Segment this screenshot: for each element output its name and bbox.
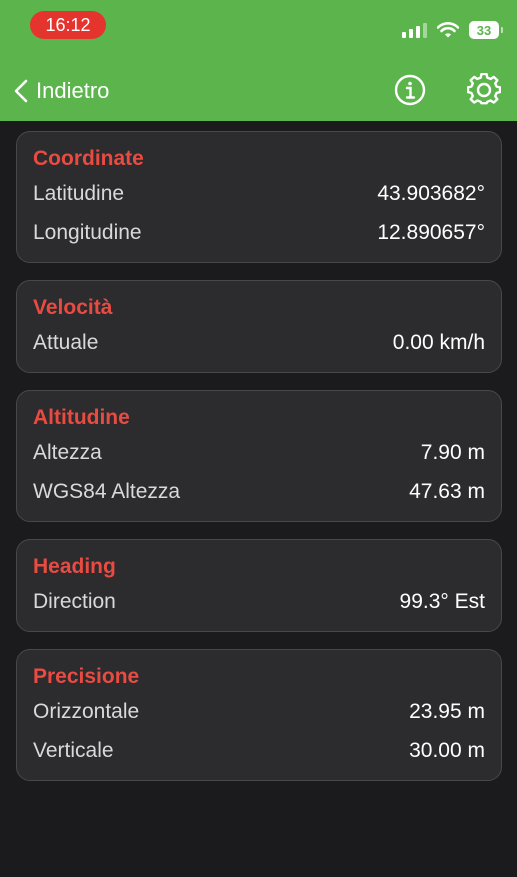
- section-coordinate: Coordinate Latitudine 43.903682° Longitu…: [16, 131, 502, 263]
- info-row: Latitudine 43.903682°: [33, 174, 485, 213]
- section-heading: Heading Direction 99.3° Est: [16, 539, 502, 632]
- section-title: Precisione: [33, 665, 140, 688]
- info-row: Longitudine 12.890657°: [33, 213, 485, 252]
- row-label: Verticale: [33, 738, 114, 762]
- section-title: Velocità: [33, 296, 113, 319]
- row-label: Longitudine: [33, 220, 142, 244]
- row-value: 99.3° Est: [399, 589, 485, 613]
- section-title: Altitudine: [33, 406, 130, 429]
- gear-icon: [466, 72, 502, 105]
- wifi-icon: [437, 22, 459, 38]
- section-velocita: Velocità Attuale 0.00 km/h: [16, 280, 502, 373]
- row-label: Altezza: [33, 440, 102, 464]
- info-button[interactable]: [394, 74, 426, 106]
- row-value: 47.63 m: [409, 479, 485, 503]
- back-button[interactable]: Indietro: [14, 74, 109, 108]
- row-label: Attuale: [33, 330, 99, 354]
- section-precisione: Precisione Orizzontale 23.95 m Verticale…: [16, 649, 502, 781]
- signal-icon: [402, 22, 427, 38]
- section-altitudine: Altitudine Altezza 7.90 m WGS84 Altezza …: [16, 390, 502, 522]
- row-value: 30.00 m: [409, 738, 485, 762]
- status-time: 16:12: [30, 11, 106, 39]
- row-label: Direction: [33, 589, 116, 613]
- row-value: 12.890657°: [377, 220, 485, 244]
- row-label: Latitudine: [33, 181, 125, 205]
- info-row: Attuale 0.00 km/h: [33, 323, 485, 362]
- info-row: Direction 99.3° Est: [33, 582, 485, 621]
- info-row: Altezza 7.90 m: [33, 433, 485, 472]
- info-row: Orizzontale 23.95 m: [33, 692, 485, 731]
- row-value: 0.00 km/h: [392, 330, 485, 354]
- section-title: Heading: [33, 555, 116, 578]
- info-row: WGS84 Altezza 47.63 m: [33, 472, 485, 511]
- row-label: Orizzontale: [33, 699, 140, 723]
- back-button-label: Indietro: [36, 78, 110, 103]
- info-sections: Coordinate Latitudine 43.903682° Longitu…: [16, 131, 502, 798]
- row-value: 7.90 m: [420, 440, 485, 464]
- chevron-left-icon: [14, 79, 28, 103]
- section-title: Coordinate: [33, 147, 144, 170]
- info-row: Verticale 30.00 m: [33, 731, 485, 770]
- info-icon: [394, 74, 426, 106]
- status-indicators: 33: [402, 18, 503, 42]
- row-value: 23.95 m: [409, 699, 485, 723]
- battery-icon: 33: [469, 21, 503, 39]
- row-value: 43.903682°: [377, 181, 485, 205]
- row-label: WGS84 Altezza: [33, 479, 181, 503]
- battery-level: 33: [476, 22, 492, 38]
- navigation-header: 16:12 33 Indietro: [0, 0, 517, 121]
- settings-button[interactable]: [466, 72, 502, 107]
